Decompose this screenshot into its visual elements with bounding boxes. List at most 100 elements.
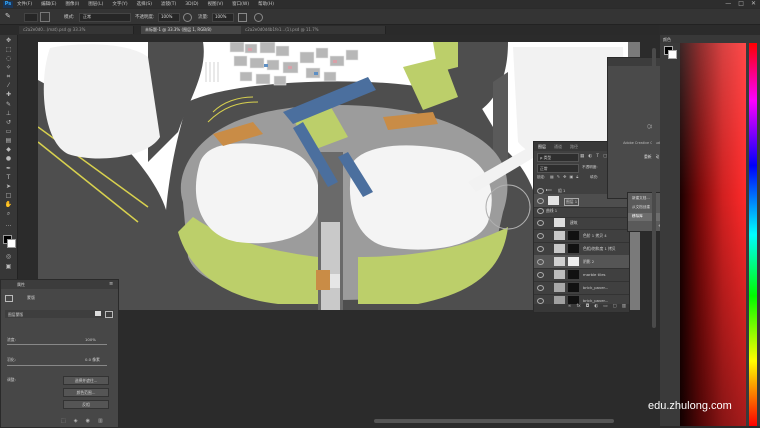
mode-select[interactable]: 正常 <box>79 13 131 22</box>
tab-paths[interactable]: 路径 <box>570 144 578 150</box>
brush-tool-icon[interactable]: ✎ <box>4 101 13 109</box>
vector-mask-icon[interactable] <box>105 311 113 318</box>
layer-mask-thumbnail[interactable] <box>568 231 579 240</box>
gradient-tool-icon[interactable]: ▤ <box>4 137 13 145</box>
move-tool-icon[interactable]: ✥ <box>4 37 13 45</box>
hand-tool-icon[interactable]: ✋ <box>4 201 13 209</box>
tab-channels[interactable]: 通道 <box>554 144 562 150</box>
blend-mode-select[interactable]: 正常 <box>537 164 579 173</box>
more-tools-icon[interactable]: … <box>4 221 13 229</box>
layer-mask-thumbnail[interactable] <box>568 257 579 266</box>
adjustment-layer-icon[interactable]: ◐ <box>594 304 598 312</box>
pixel-mask-icon[interactable] <box>95 311 101 316</box>
feather-slider[interactable] <box>7 365 107 366</box>
zoom-tool-icon[interactable]: ⌕ <box>4 210 13 218</box>
link-layers-icon[interactable]: ∞ <box>568 304 572 312</box>
layer-mask-thumbnail[interactable] <box>568 244 579 253</box>
clone-stamp-tool-icon[interactable]: ⊥ <box>4 110 13 118</box>
select-and-mask-button[interactable]: 选择并遮住... <box>63 376 109 385</box>
menu-view[interactable]: 视图(V) <box>208 1 224 7</box>
layer-kind-filter[interactable]: ρ 类型 <box>537 153 579 162</box>
menu-item-new-document[interactable]: 新建文档... <box>632 196 650 201</box>
dodge-tool-icon[interactable]: ● <box>4 155 13 163</box>
brush-tool-icon[interactable]: ✎ <box>5 12 14 21</box>
new-layer-icon[interactable]: ▢ <box>612 304 616 312</box>
blur-tool-icon[interactable]: ◆ <box>4 146 13 154</box>
color-range-button[interactable]: 颜色范围... <box>63 388 109 397</box>
eye-icon[interactable] <box>537 246 544 252</box>
eraser-tool-icon[interactable]: ▭ <box>4 128 13 136</box>
crop-tool-icon[interactable]: ⌗ <box>4 73 13 81</box>
menu-help[interactable]: 帮助(H) <box>258 1 274 7</box>
pressure-size-icon[interactable] <box>254 13 263 22</box>
rectangle-tool-icon[interactable]: □ <box>4 192 13 200</box>
eye-icon[interactable] <box>537 208 544 214</box>
eyedropper-tool-icon[interactable]: ⁄ <box>4 82 13 90</box>
lock-transparent-icon[interactable]: ▦ <box>550 174 554 179</box>
background-color-swatch[interactable] <box>7 239 16 248</box>
menu-window[interactable]: 窗口(W) <box>232 1 249 7</box>
lock-artboard-icon[interactable]: ▣ <box>570 174 574 179</box>
eye-icon[interactable] <box>537 272 544 278</box>
path-selection-tool-icon[interactable]: ➤ <box>4 183 13 191</box>
history-brush-tool-icon[interactable]: ↺ <box>4 119 13 127</box>
layer-row[interactable]: 色相/饱和度 1 拷贝 <box>534 242 629 256</box>
layer-mask-thumbnail[interactable] <box>568 283 579 292</box>
lock-all-icon[interactable]: 🔒︎ <box>576 174 578 179</box>
menu-item-create-from-document[interactable]: 从文档创建 <box>632 205 650 210</box>
minimize-button[interactable]: — <box>725 0 731 7</box>
layer-row[interactable]: marble tiles <box>534 268 629 282</box>
feather-value[interactable]: 0.0 像素 <box>85 357 100 363</box>
menu-edit[interactable]: 编辑(E) <box>41 1 56 7</box>
menu-type[interactable]: 文字(Y) <box>112 1 127 7</box>
hue-slider[interactable] <box>749 43 757 426</box>
magic-wand-tool-icon[interactable]: ✧ <box>4 64 13 72</box>
menu-layer[interactable]: 图层(L) <box>88 1 103 7</box>
filter-type-icon[interactable]: T <box>596 154 599 159</box>
lasso-tool-icon[interactable]: ◌ <box>4 55 13 63</box>
quick-mask-icon[interactable]: ◎ <box>4 253 13 261</box>
delete-mask-icon[interactable]: ▥ <box>98 418 103 424</box>
layer-row[interactable]: brick_paver... <box>534 281 629 295</box>
layer-mask-thumbnail[interactable] <box>568 270 579 279</box>
horizontal-scrollbar[interactable] <box>374 419 614 423</box>
new-group-icon[interactable]: ▭ <box>603 304 607 312</box>
opacity-input[interactable]: 100% <box>158 13 180 22</box>
invert-button[interactable]: 反相 <box>63 400 109 409</box>
density-slider[interactable] <box>7 344 107 345</box>
layer-row[interactable]: 建筑 <box>534 216 629 230</box>
pressure-opacity-icon[interactable] <box>183 13 192 22</box>
layer-row[interactable]: 色阶 1 拷贝 4 <box>534 229 629 243</box>
add-mask-icon[interactable]: ◘ <box>586 304 590 312</box>
tab-document-1[interactable]: c2a2e0d0...(mat).psd @ 33.3% <box>19 26 134 34</box>
filter-adjustment-icon[interactable]: ◐ <box>588 154 592 159</box>
eye-icon[interactable] <box>537 259 544 265</box>
lock-position-icon[interactable]: ✥ <box>563 174 566 179</box>
tab-document-3[interactable]: c2a2e0d0d4b1fe1...(1).psd @ 11.7% <box>241 26 386 34</box>
type-tool-icon[interactable]: T <box>4 174 13 182</box>
screen-mode-icon[interactable]: ▣ <box>4 263 13 271</box>
eye-icon[interactable] <box>537 220 544 226</box>
menu-select[interactable]: 选择(S) <box>137 1 152 7</box>
healing-brush-tool-icon[interactable]: ✚ <box>4 91 13 99</box>
lock-pixels-icon[interactable]: ✎ <box>557 174 560 179</box>
maximize-button[interactable]: □ <box>738 0 744 7</box>
menu-image[interactable]: 图像(I) <box>65 1 79 7</box>
close-button[interactable]: ✕ <box>751 0 756 7</box>
flow-input[interactable]: 100% <box>212 13 234 22</box>
marquee-tool-icon[interactable]: ⬚ <box>4 46 13 54</box>
background-swatch[interactable] <box>668 50 677 59</box>
eye-icon[interactable] <box>537 285 544 291</box>
pen-tool-icon[interactable]: ✒ <box>4 165 13 173</box>
brush-panel-icon[interactable] <box>40 12 50 22</box>
brush-preset-picker[interactable] <box>24 13 38 22</box>
menu-file[interactable]: 文件(F) <box>17 1 32 7</box>
filter-pixel-icon[interactable]: ▦ <box>580 154 584 159</box>
vertical-scrollbar[interactable] <box>652 48 656 328</box>
panel-menu-icon[interactable]: ≡ <box>109 281 113 287</box>
tab-layers[interactable]: 图层 <box>538 144 546 150</box>
density-value[interactable]: 100% <box>85 337 96 342</box>
menu-3d[interactable]: 3D(D) <box>185 2 198 7</box>
menu-item-remove-library[interactable]: 移除库 <box>632 214 643 219</box>
airbrush-icon[interactable] <box>238 13 247 22</box>
